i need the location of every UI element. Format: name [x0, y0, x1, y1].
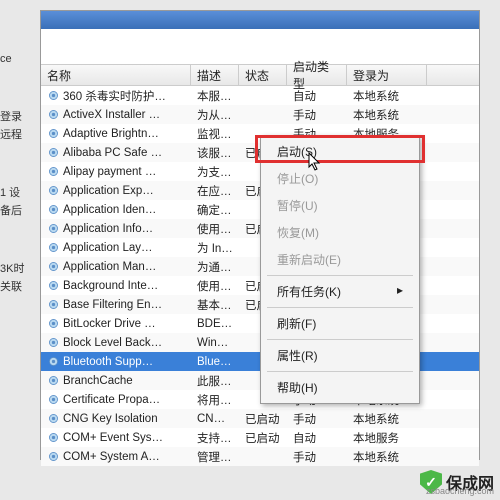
- column-startup-type[interactable]: 启动类型: [287, 65, 347, 85]
- menu-divider: [267, 307, 413, 308]
- menu-stop: 停止(O): [263, 165, 417, 192]
- menu-restart: 重新启动(E): [263, 246, 417, 273]
- context-menu: 启动(S) 停止(O) 暂停(U) 恢复(M) 重新启动(E) 所有任务(K)▸…: [260, 135, 420, 404]
- menu-divider: [267, 275, 413, 276]
- menu-divider: [267, 371, 413, 372]
- menu-properties[interactable]: 属性(R): [263, 342, 417, 369]
- menu-start[interactable]: 启动(S): [263, 138, 417, 165]
- watermark: ✓ 保成网 zsbaocheng.com: [420, 470, 494, 494]
- column-description[interactable]: 描述: [191, 65, 239, 85]
- table-row[interactable]: ActiveX Installer …为从…手动本地系统: [41, 105, 479, 124]
- table-row[interactable]: COM+ System A…管理…手动本地系统: [41, 447, 479, 466]
- table-row[interactable]: COM+ Event Sys…支持…已启动自动本地服务: [41, 428, 479, 447]
- menu-resume: 恢复(M): [263, 219, 417, 246]
- table-row[interactable]: 360 杀毒实时防护…本服…自动本地系统: [41, 86, 479, 105]
- menu-pause: 暂停(U): [263, 192, 417, 219]
- column-login-as[interactable]: 登录为: [347, 65, 427, 85]
- watermark-url: zsbaocheng.com: [426, 486, 494, 496]
- menu-help[interactable]: 帮助(H): [263, 374, 417, 401]
- column-status[interactable]: 状态: [239, 65, 287, 85]
- menu-all-tasks[interactable]: 所有任务(K)▸: [263, 278, 417, 305]
- menu-refresh[interactable]: 刷新(F): [263, 310, 417, 337]
- column-name[interactable]: 名称: [41, 65, 191, 85]
- table-header: 名称 描述 状态 启动类型 登录为: [41, 64, 479, 86]
- menu-divider: [267, 339, 413, 340]
- sidebar-text-fragment: ce 登录远程 1 设备后 3K时关联: [0, 50, 30, 336]
- window-titlebar: [41, 11, 479, 29]
- table-row[interactable]: CNG Key IsolationCNG…已启动手动本地系统: [41, 409, 479, 428]
